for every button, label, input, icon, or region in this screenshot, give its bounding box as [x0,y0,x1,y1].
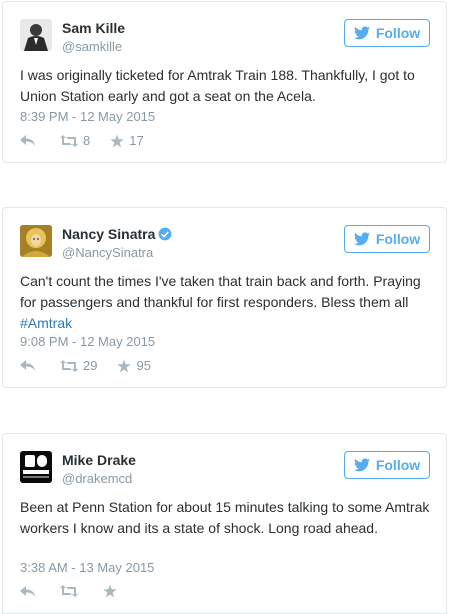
retweet-button[interactable]: 8 [60,133,90,148]
reply-icon [20,360,35,371]
reply-button[interactable] [20,134,38,147]
user-handle[interactable]: @samkille [62,39,122,54]
follow-button[interactable]: Follow [344,19,430,47]
favorite-button[interactable]: 17 [110,133,144,148]
star-icon [103,584,117,598]
retweet-icon [60,359,78,372]
avatar[interactable] [20,225,52,257]
follow-label: Follow [375,457,421,473]
retweet-icon [60,585,78,597]
retweet-count: 8 [83,133,91,148]
retweet-count: 29 [83,358,98,373]
user-name[interactable]: Nancy Sinatra [62,226,155,242]
timestamp[interactable]: 8:39 PM - 12 May 2015 [20,109,155,124]
reply-button[interactable] [20,585,38,598]
star-icon [110,134,124,147]
hashtag-link[interactable]: #Amtrak [20,313,432,334]
star-icon [117,359,132,372]
verified-badge-icon [158,227,172,241]
follow-label: Follow [375,231,421,247]
user-name[interactable]: Mike Drake [62,452,136,468]
tweet-text: Can't count the times I've taken that tr… [20,271,432,334]
timestamp[interactable]: 3:38 AM - 13 May 2015 [20,560,154,575]
tweet-text: Been at Penn Station for about 15 minute… [20,499,430,536]
follow-label: Follow [375,25,421,41]
tweet-card: Sam Kille @samkille Follow I was origina… [2,1,447,163]
timestamp[interactable]: 9:08 PM - 12 May 2015 [20,334,155,349]
user-name-row: Nancy Sinatra [62,226,172,242]
tweet-card: Nancy Sinatra @NancySinatra Follow Can't… [2,207,447,388]
user-handle[interactable]: @drakemcd [62,471,132,486]
avatar[interactable] [20,19,52,51]
user-handle[interactable]: @NancySinatra [62,245,153,260]
retweet-button[interactable] [60,585,83,597]
reply-icon [20,135,35,146]
tweet-actions: 8 17 [20,133,144,148]
tweet-text: I was originally ticketed for Amtrak Tra… [20,67,415,104]
retweet-button[interactable]: 29 [60,358,97,373]
favorite-count: 95 [136,358,151,373]
twitter-bird-icon [353,26,370,40]
follow-button[interactable]: Follow [344,451,430,479]
reply-icon [20,585,35,597]
tweet-body: Can't count the times I've taken that tr… [20,273,421,310]
tweet-actions [20,584,122,598]
reply-button[interactable] [20,359,38,372]
user-name[interactable]: Sam Kille [62,20,125,36]
retweet-icon [60,134,78,147]
favorite-button[interactable] [103,584,122,598]
favorite-button[interactable]: 95 [117,358,151,373]
avatar[interactable] [20,451,52,483]
follow-button[interactable]: Follow [344,225,430,253]
tweet-actions: 29 95 [20,358,151,373]
tweet-card: Mike Drake @drakemcd Follow Been at Penn… [2,433,447,614]
twitter-bird-icon [353,232,370,246]
favorite-count: 17 [129,133,144,148]
twitter-bird-icon [353,458,370,472]
